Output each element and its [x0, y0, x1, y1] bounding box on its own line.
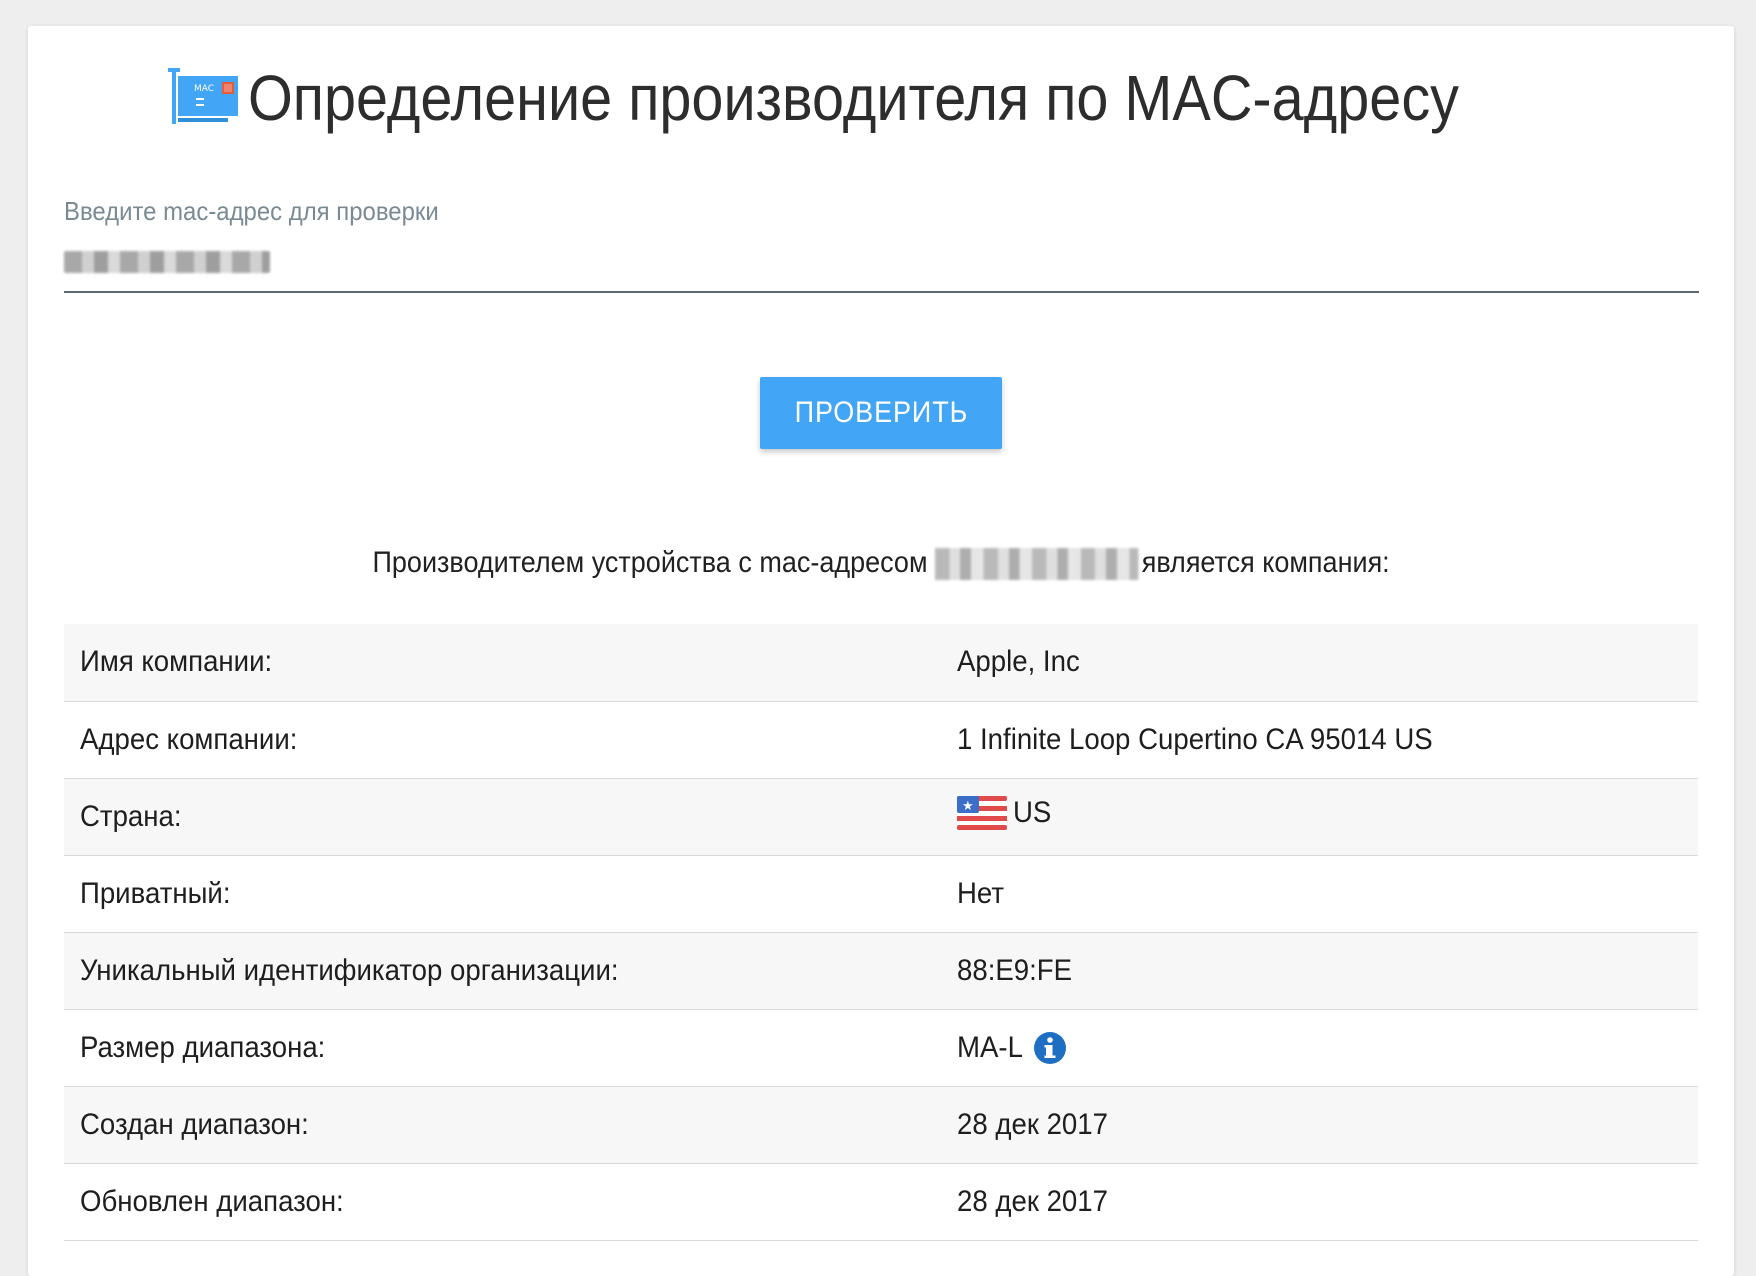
row-label-company-address: Адрес компании: — [80, 722, 298, 756]
info-icon[interactable] — [1033, 1031, 1067, 1065]
table-row: Имя компании: Apple, Inc — [64, 624, 1698, 702]
row-value-country: US — [1013, 795, 1052, 829]
svg-text:★: ★ — [962, 799, 974, 814]
page-title: Определение производителя по MAC-адресу — [248, 62, 1460, 134]
row-label-company-name: Имя компании: — [80, 645, 273, 679]
mac-input[interactable] — [64, 239, 1699, 293]
row-label-country: Страна: — [80, 799, 182, 833]
mac-input-field: Введите mac-адрес для проверки — [64, 196, 1699, 293]
logo-text: MAC — [194, 84, 214, 94]
check-button-label: ПРОВЕРИТЬ — [794, 396, 968, 429]
us-flag-icon: ★ — [957, 795, 1007, 830]
table-row: Уникальный идентификатор организации: 88… — [64, 932, 1698, 1010]
result-summary: Производителем устройства с mac-адресом я… — [28, 546, 1734, 581]
vendor-info-table: Имя компании: Apple, Inc Адрес компании:… — [64, 624, 1698, 1241]
row-label-private: Приватный: — [80, 876, 231, 910]
row-value-range-updated: 28 дек 2017 — [957, 1184, 1108, 1218]
table-row: Создан диапазон: 28 дек 2017 — [64, 1086, 1698, 1164]
check-button[interactable]: ПРОВЕРИТЬ — [760, 377, 1002, 449]
table-row: Обновлен диапазон: 28 дек 2017 — [64, 1163, 1698, 1241]
page-header: MAC Определение производителя по MAC-адр… — [28, 66, 1734, 130]
row-value-company-name: Apple, Inc — [957, 645, 1080, 679]
row-value-range-size: MA-L — [957, 1030, 1023, 1064]
table-row: Приватный: Нет — [64, 855, 1698, 933]
redacted-mac-value — [64, 251, 270, 273]
row-value-company-address: 1 Infinite Loop Cupertino CA 95014 US — [957, 722, 1433, 756]
network-card-icon: MAC — [168, 68, 239, 124]
row-label-range-updated: Обновлен диапазон: — [80, 1184, 344, 1218]
result-suffix: является компания: — [1141, 546, 1390, 579]
table-row: Размер диапазона: MA-L — [64, 1009, 1698, 1087]
table-row: Адрес компании: 1 Infinite Loop Cupertin… — [64, 701, 1698, 779]
result-prefix: Производителем устройства с mac-адресом — [372, 546, 928, 579]
row-label-range-size: Размер диапазона: — [80, 1030, 326, 1064]
row-value-private: Нет — [957, 876, 1005, 910]
row-label-oui: Уникальный идентификатор организации: — [80, 953, 619, 987]
row-label-range-created: Создан диапазон: — [80, 1107, 309, 1141]
main-card: MAC Определение производителя по MAC-адр… — [28, 26, 1734, 1276]
redacted-result-mac — [934, 548, 1139, 581]
row-value-oui: 88:E9:FE — [957, 953, 1073, 987]
row-value-range-created: 28 дек 2017 — [957, 1107, 1108, 1141]
mac-input-label: Введите mac-адрес для проверки — [64, 196, 439, 226]
table-row: Страна: ★ US — [64, 778, 1698, 856]
